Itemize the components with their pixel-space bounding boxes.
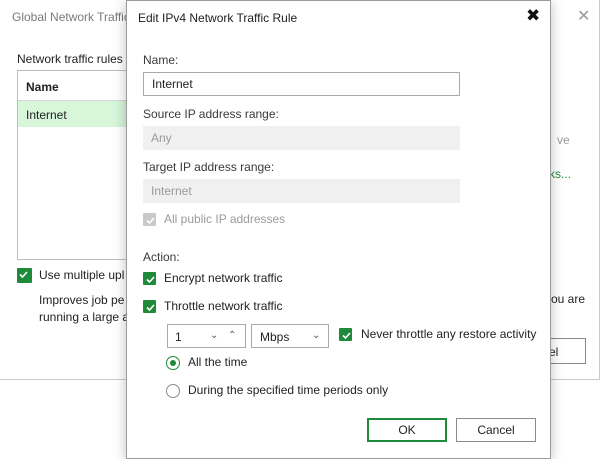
table-row[interactable]: Internet bbox=[18, 101, 138, 127]
checkmark-icon bbox=[146, 276, 155, 284]
public-ip-checkbox bbox=[143, 213, 156, 226]
throttle-rate-stepper[interactable]: 1 ⌄ ⌃ bbox=[167, 324, 246, 348]
public-ip-label: All public IP addresses bbox=[164, 212, 286, 226]
column-header-name[interactable]: Name bbox=[26, 80, 59, 94]
action-label: Action: bbox=[143, 250, 180, 264]
name-label: Name: bbox=[143, 53, 179, 67]
dropdown-chevron-icon[interactable]: ⌄ bbox=[312, 330, 320, 341]
background-close-icon[interactable]: ✕ bbox=[577, 6, 590, 26]
improves-line-2: running a large a bbox=[39, 310, 130, 324]
checkmark-icon bbox=[19, 271, 28, 279]
checkmark-icon bbox=[146, 217, 155, 225]
encrypt-label[interactable]: Encrypt network traffic bbox=[164, 271, 283, 285]
cancel-button[interactable]: Cancel bbox=[456, 418, 536, 442]
improves-description: Improves job pe running a large a bbox=[39, 292, 129, 326]
throttle-checkbox[interactable] bbox=[143, 300, 156, 313]
rules-table: Name Internet bbox=[17, 70, 138, 260]
radio-all-the-time[interactable] bbox=[166, 356, 180, 370]
encrypt-checkbox[interactable] bbox=[143, 272, 156, 285]
throttle-label[interactable]: Throttle network traffic bbox=[164, 299, 283, 313]
table-cell-name: Internet bbox=[26, 108, 67, 122]
never-throttle-restore-checkbox[interactable] bbox=[339, 328, 352, 341]
chevron-down-icon[interactable]: ⌄ bbox=[210, 330, 218, 341]
dialog-title: Edit IPv4 Network Traffic Rule bbox=[138, 11, 298, 25]
never-throttle-restore-label[interactable]: Never throttle any restore activity bbox=[361, 327, 536, 341]
throttle-unit-select[interactable]: Mbps ⌄ bbox=[251, 324, 329, 348]
target-range-input bbox=[143, 179, 460, 203]
source-range-label: Source IP address range: bbox=[143, 107, 279, 121]
background-partial-text: ve bbox=[557, 133, 570, 147]
throttle-rate-value[interactable]: 1 bbox=[175, 330, 182, 344]
ok-button[interactable]: OK bbox=[367, 418, 447, 442]
source-range-input bbox=[143, 126, 460, 150]
multi-upload-checkbox[interactable] bbox=[17, 268, 32, 283]
name-input[interactable] bbox=[143, 72, 460, 96]
radio-specified-periods-label[interactable]: During the specified time periods only bbox=[188, 383, 388, 397]
edit-rule-dialog: Edit IPv4 Network Traffic Rule ✖ Name: S… bbox=[126, 0, 551, 459]
multi-upload-label: Use multiple upl bbox=[39, 268, 125, 282]
radio-specified-periods[interactable] bbox=[166, 384, 180, 398]
throttle-unit-value: Mbps bbox=[260, 330, 290, 344]
checkmark-icon bbox=[342, 332, 351, 340]
radio-all-the-time-label[interactable]: All the time bbox=[188, 355, 247, 369]
rules-label: Network traffic rules bbox=[17, 52, 123, 66]
background-partial-text-2: you are bbox=[545, 292, 586, 306]
target-range-label: Target IP address range: bbox=[143, 160, 275, 174]
improves-line-1: Improves job pe bbox=[39, 293, 125, 307]
chevron-up-icon[interactable]: ⌃ bbox=[228, 330, 236, 341]
background-window-title: Global Network Traffic bbox=[12, 10, 130, 24]
close-icon[interactable]: ✖ bbox=[526, 6, 540, 26]
checkmark-icon bbox=[146, 304, 155, 312]
